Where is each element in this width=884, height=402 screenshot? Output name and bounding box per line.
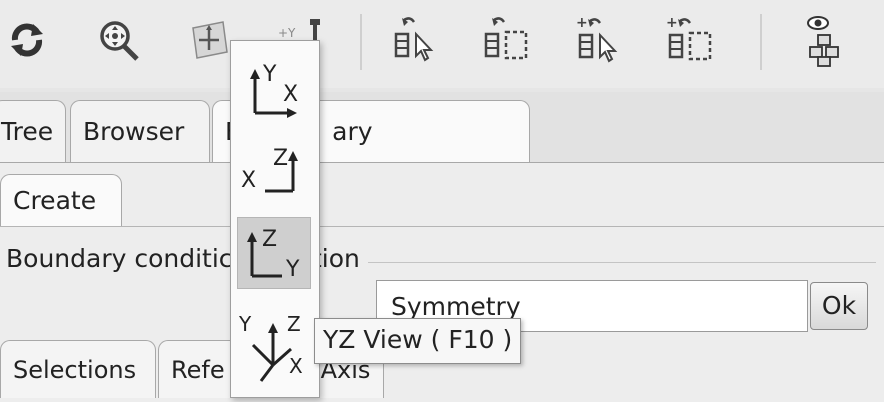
menu-item-xyz-view[interactable]: Y Z X <box>237 305 311 382</box>
axes-yx-view-icon: Y X <box>250 62 298 118</box>
boundary-type-value: Symmetry <box>391 292 521 321</box>
tab-create[interactable]: Create <box>0 174 122 226</box>
axis-label: Z <box>273 146 288 171</box>
axis-label: Z <box>262 227 277 252</box>
menu-item-zy-view[interactable]: Z Y <box>237 217 311 289</box>
rotate-view-icon[interactable] <box>186 14 232 66</box>
tooltip: YZ View ( F10 ) <box>314 318 522 364</box>
svg-text:+: + <box>666 15 678 31</box>
axis-label: X <box>241 168 256 193</box>
axes-zy-view-icon: Z Y <box>247 227 300 282</box>
axis-label: X <box>283 82 298 107</box>
tab-selections[interactable]: Selections <box>0 340 156 398</box>
axes-xyz-view-icon: Y Z X <box>238 312 303 382</box>
refresh-icon[interactable] <box>6 14 48 66</box>
add-select-box-icon[interactable] <box>480 14 534 66</box>
svg-text:+Y: +Y <box>278 26 296 40</box>
view-orientation-menu: Y X X Z Z Y Y Z X <box>230 40 320 398</box>
add-select-cursor-plus-icon[interactable]: + <box>574 14 622 66</box>
add-select-cursor-icon[interactable] <box>390 14 438 66</box>
add-select-box-plus-icon[interactable]: + <box>664 14 718 66</box>
zoom-fit-icon[interactable] <box>96 14 142 66</box>
axis-label: Y <box>238 312 252 336</box>
ok-button[interactable]: Ok <box>810 282 868 330</box>
tab-browser[interactable]: Browser <box>70 100 210 162</box>
tab-selections-label: Selections <box>13 356 137 384</box>
svg-text:+: + <box>576 15 588 31</box>
axis-label: X <box>289 354 303 378</box>
tab-tree[interactable]: Tree <box>0 100 66 162</box>
menu-item-yx-view[interactable]: Y X <box>237 51 311 123</box>
axis-label: Y <box>262 62 277 87</box>
divider <box>0 226 884 227</box>
menu-item-xz-view[interactable]: X Z <box>237 131 311 203</box>
axis-label: Z <box>287 312 301 336</box>
tab-browser-label: Browser <box>83 117 185 146</box>
boundary-condition-label: Boundary conditic <box>6 244 233 273</box>
axes-xz-view-icon: X Z <box>241 146 298 193</box>
view-parts-icon[interactable] <box>796 14 852 67</box>
axis-label: Y <box>285 257 300 282</box>
group-rule <box>368 262 876 263</box>
tab-reference-label: Refe <box>171 356 225 384</box>
tab-create-label: Create <box>13 186 97 215</box>
tab-tree-label: Tree <box>1 117 54 146</box>
